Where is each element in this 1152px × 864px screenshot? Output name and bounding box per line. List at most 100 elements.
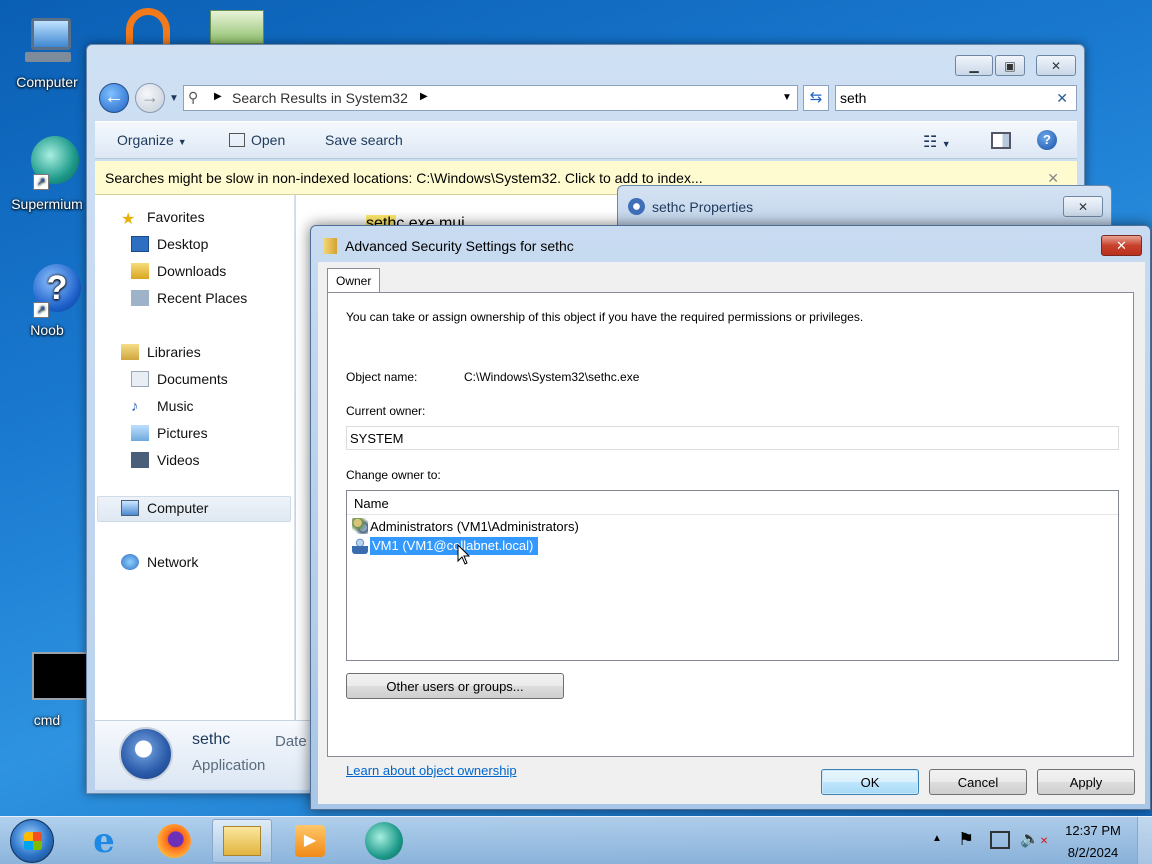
advanced-security-dialog: Advanced Security Settings for sethc ✕ O… (310, 225, 1151, 810)
nav-libraries[interactable]: Libraries (121, 344, 201, 360)
open-button[interactable]: Open (229, 132, 285, 148)
taskbar-explorer[interactable] (212, 819, 272, 863)
show-desktop-button[interactable] (1137, 817, 1152, 864)
desktop-icon (131, 236, 149, 252)
properties-close-button[interactable]: ✕ (1063, 196, 1103, 217)
nav-music[interactable]: ♪ Music (131, 398, 194, 415)
nav-videos[interactable]: Videos (131, 452, 200, 468)
object-name-value: C:\Windows\System32\sethc.exe (464, 370, 640, 384)
desktop-icon-cmd[interactable]: cmd (2, 652, 92, 728)
details-date-label: Date (275, 733, 307, 750)
mouse-cursor-icon (457, 544, 471, 565)
current-owner-label: Current owner: (346, 404, 426, 418)
taskbar-supermium[interactable] (354, 819, 414, 863)
taskbar: e ▶ ▲ ⚑ 🔈✕ 12:37 PM 8/2/2024 (0, 816, 1152, 864)
documents-icon (131, 371, 149, 387)
recent-places-icon (131, 290, 149, 306)
clock-time[interactable]: 12:37 PM (1058, 823, 1128, 838)
ok-button[interactable]: OK (821, 769, 919, 795)
address-text: Search Results in System32 (232, 90, 408, 106)
refresh-button[interactable]: ⇆ (803, 85, 829, 111)
supermium-icon (365, 822, 403, 860)
owner-list[interactable]: Name Administrators (VM1\Administrators)… (346, 490, 1119, 661)
search-input[interactable]: seth (840, 90, 866, 106)
nav-documents[interactable]: Documents (131, 371, 228, 387)
details-name: sethc (192, 731, 231, 748)
action-center-flag-icon[interactable]: ⚑ (958, 829, 974, 850)
nav-computer[interactable]: Computer (121, 500, 208, 516)
owner-tab-pane: You can take or assign ownership of this… (327, 292, 1134, 778)
recent-pages-dropdown-icon[interactable]: ▼ (169, 93, 179, 104)
list-item[interactable]: Administrators (VM1\Administrators) (352, 517, 579, 535)
nav-network[interactable]: Network (121, 554, 198, 570)
properties-app-icon (628, 198, 645, 215)
nav-pictures[interactable]: Pictures (131, 425, 208, 441)
search-box[interactable]: seth ✕ (835, 85, 1077, 111)
open-icon (229, 133, 245, 147)
dialog-close-button[interactable]: ✕ (1101, 235, 1142, 256)
list-item-selected[interactable]: VM1 (VM1@collabnet.local) (352, 537, 539, 555)
nav-recent-places[interactable]: Recent Places (131, 290, 247, 306)
help-icon: ? ↗ (17, 262, 81, 320)
desktop-icon-label: Computer (16, 74, 78, 90)
save-search-button[interactable]: Save search (325, 132, 403, 148)
firefox-desktop-icon[interactable] (126, 8, 170, 44)
tab-owner[interactable]: Owner (327, 268, 380, 293)
clear-search-icon[interactable]: ✕ (1056, 90, 1068, 107)
notepad-desktop-icon[interactable] (210, 10, 264, 44)
preview-pane-icon[interactable] (991, 132, 1011, 149)
show-hidden-icons[interactable]: ▲ (932, 833, 942, 844)
address-bar[interactable]: ⚲ ▶ Search Results in System32 ▶ ▼ (183, 85, 798, 111)
learn-ownership-link[interactable]: Learn about object ownership (346, 763, 517, 778)
libraries-icon (121, 344, 139, 360)
desktop-icon-label: Noob (30, 322, 64, 338)
search-folder-icon: ⚲ (188, 89, 199, 105)
cancel-button[interactable]: Cancel (929, 769, 1027, 795)
nav-desktop[interactable]: Desktop (131, 236, 208, 252)
help-icon[interactable]: ? (1037, 130, 1057, 150)
taskbar-firefox[interactable] (144, 819, 204, 863)
windows-logo-icon (24, 832, 42, 850)
videos-icon (131, 452, 149, 468)
close-button[interactable]: ✕ (1036, 55, 1076, 76)
clock-date[interactable]: 8/2/2024 (1058, 845, 1128, 860)
dialog-title: Advanced Security Settings for sethc (345, 238, 574, 254)
firefox-icon (157, 824, 191, 858)
nav-favorites[interactable]: ★ Favorites (121, 209, 205, 228)
folder-icon (323, 238, 337, 254)
breadcrumb-arrow-icon: ▶ (214, 91, 222, 102)
taskbar-ie[interactable]: e (74, 819, 134, 863)
organize-button[interactable]: Organize ▼ (117, 132, 187, 148)
apply-button[interactable]: Apply (1037, 769, 1135, 795)
maximize-button[interactable]: ▣ (995, 55, 1025, 76)
address-dropdown-icon[interactable]: ▼ (782, 92, 792, 103)
name-column-header[interactable]: Name (347, 491, 1118, 515)
forward-button[interactable]: → (135, 83, 165, 113)
object-name-label: Object name: (346, 370, 418, 384)
desktop-icon-supermium[interactable]: ↗ Supermium (2, 136, 92, 212)
ownership-intro: You can take or assign ownership of this… (346, 310, 864, 324)
command-bar: Organize ▼ Open Save search ☷ ▼ ? (95, 121, 1077, 159)
view-options-icon[interactable]: ☷ ▼ (923, 132, 951, 152)
other-users-button[interactable]: Other users or groups... (346, 673, 564, 699)
desktop-icon-label: cmd (33, 712, 61, 728)
change-owner-label: Change owner to: (346, 468, 441, 482)
details-type: Application (192, 757, 266, 774)
minimize-button[interactable]: ▁ (955, 55, 993, 76)
back-button[interactable]: ← (99, 83, 129, 113)
computer-icon (121, 500, 139, 516)
folder-icon (223, 826, 261, 856)
desktop-icon-computer[interactable]: Computer (2, 14, 92, 90)
dialog-body: Owner You can take or assign ownership o… (318, 262, 1145, 804)
network-tray-icon[interactable] (990, 831, 1010, 849)
breadcrumb-arrow-icon: ▶ (420, 91, 428, 102)
taskbar-media-player[interactable]: ▶ (280, 819, 340, 863)
volume-muted-icon[interactable]: 🔈✕ (1020, 829, 1048, 849)
computer-icon (17, 14, 77, 72)
start-button[interactable] (10, 819, 54, 863)
user-icon (352, 538, 368, 554)
supermium-icon: ↗ (17, 136, 79, 194)
internet-explorer-icon: e (93, 821, 115, 861)
desktop-icon-noob[interactable]: ? ↗ Noob (2, 262, 92, 338)
nav-downloads[interactable]: Downloads (131, 263, 226, 279)
